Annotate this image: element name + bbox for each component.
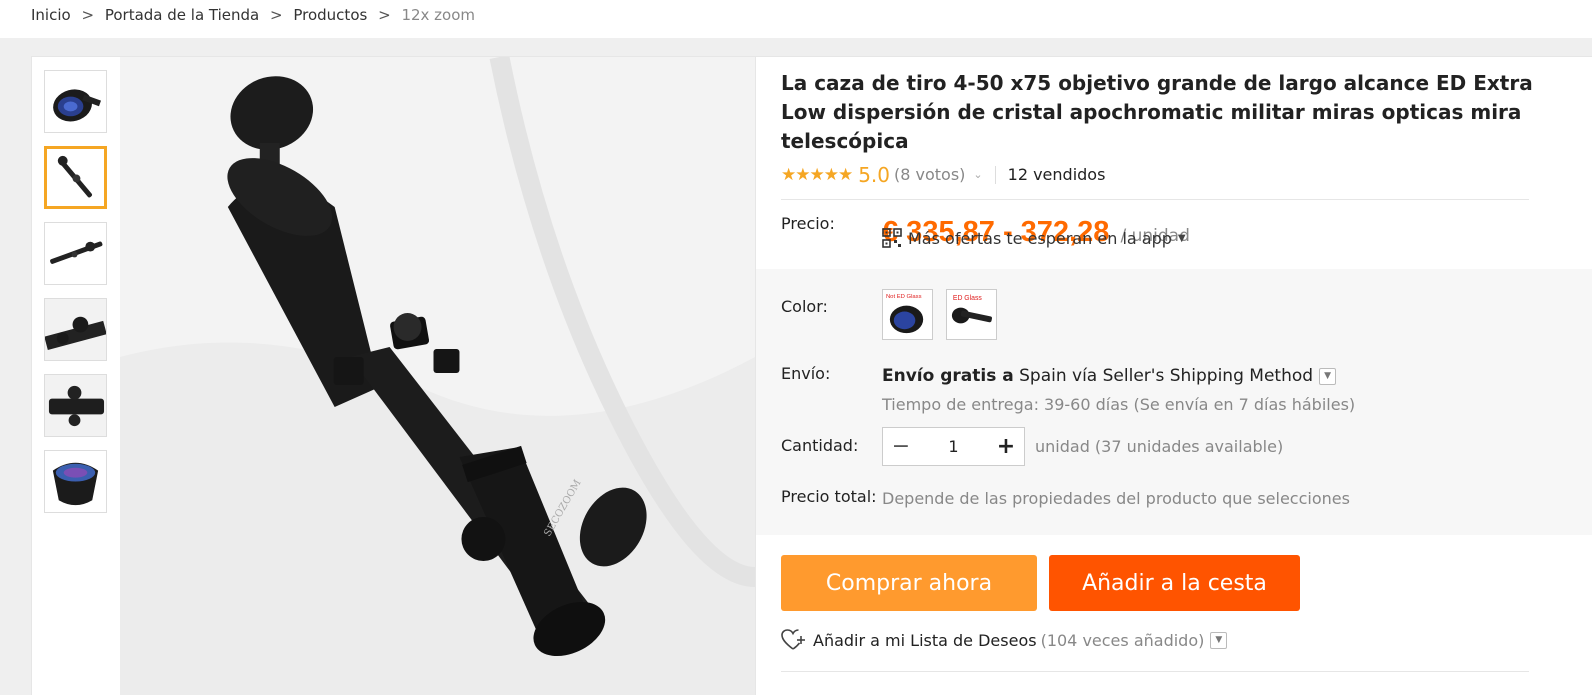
breadcrumb-products[interactable]: Productos [293,6,367,24]
wishlist-link[interactable]: Añadir a mi Lista de Deseos (104 veces a… [781,629,1228,651]
shipping-method[interactable]: Envío gratis a Spain vía Seller's Shippi… [882,366,1337,386]
thumbnail-6[interactable] [44,450,107,513]
product-card: SECOZOOM La caza de tiro 4-50 x75 objeti… [31,56,1592,695]
app-offers-link[interactable]: Más ofertas te esperan en la app ▼ [882,228,1186,248]
thumbnail-1[interactable] [44,70,107,133]
total-price-note: Depende de las propiedades del producto … [882,489,1350,508]
quantity-input[interactable] [923,437,984,456]
rating-row: ★★★★★ 5.0 (8 votos) ⌄ 12 vendidos [781,160,1529,200]
swatch-label: ED Glass [953,295,983,302]
thumbnail-5[interactable] [44,374,107,437]
delivery-time: Tiempo de entrega: 39-60 días (Se envía … [882,395,1356,414]
shipping-label: Envío: [781,364,831,383]
qr-code-icon [882,228,902,248]
heart-plus-icon [781,629,805,650]
divider [994,165,996,184]
vote-count[interactable]: (8 votos) [894,165,965,184]
quantity-availability: unidad (37 unidades available) [1035,437,1284,456]
breadcrumb-separator: > [270,6,283,24]
quantity-stepper: − + [882,427,1025,466]
breadcrumb-current: 12x zoom [401,6,476,24]
chevron-down-icon[interactable]: ▼ [1319,367,1337,385]
buy-now-button[interactable]: Comprar ahora [781,555,1037,611]
color-option-not-ed-glass[interactable]: Not ED Glass [882,289,933,340]
thumbnail-list [44,70,108,526]
shipping-destination: Spain vía Seller's Shipping Method [1019,366,1314,386]
free-shipping-text: Envío gratis a [882,366,1014,386]
product-info: La caza de tiro 4-50 x75 objetivo grande… [781,57,1561,300]
app-offers-text: Más ofertas te esperan en la app [908,228,1172,248]
swatch-label: Not ED Glass [886,294,922,300]
product-title: La caza de tiro 4-50 x75 objetivo grande… [781,71,1533,153]
breadcrumb-separator: > [81,6,95,24]
rating-score: 5.0 [858,162,891,187]
thumbnail-2[interactable] [44,146,107,209]
caret-down-icon: ▼ [1177,232,1186,244]
quantity-label: Cantidad: [781,436,859,455]
total-price-label: Precio total: [781,487,877,506]
breadcrumb-home[interactable]: Inicio [31,6,71,24]
star-rating-icon[interactable]: ★★★★★ [781,165,853,185]
color-label: Color: [781,297,828,316]
increase-quantity-button[interactable]: + [988,434,1024,459]
decrease-quantity-button[interactable]: − [883,434,919,459]
chevron-down-icon[interactable]: ▼ [1210,631,1228,649]
main-product-image[interactable]: SECOZOOM [120,57,756,695]
breadcrumb: Inicio > Portada de la Tienda > Producto… [0,0,1592,38]
wishlist-text: Añadir a mi Lista de Deseos [813,630,1037,650]
chevron-down-icon[interactable]: ⌄ [973,168,982,181]
color-option-ed-glass[interactable]: ED Glass [946,289,997,340]
sold-count: 12 vendidos [1007,165,1106,184]
breadcrumb-separator: > [378,6,391,24]
wishlist-count: (104 veces añadido) [1040,630,1205,650]
breadcrumb-store[interactable]: Portada de la Tienda [105,6,259,24]
thumbnail-3[interactable] [44,222,107,285]
thumbnail-4[interactable] [44,298,107,361]
add-to-cart-button[interactable]: Añadir a la cesta [1049,555,1300,611]
price-label: Precio: [781,214,835,233]
divider [781,671,1529,672]
